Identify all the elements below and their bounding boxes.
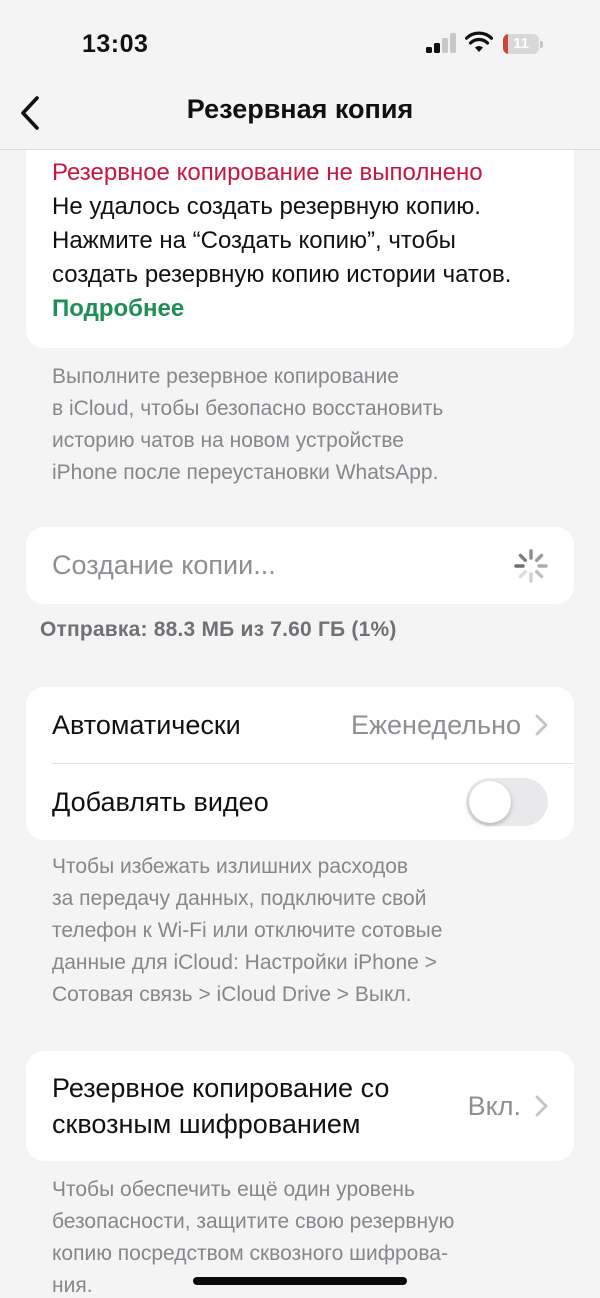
auto-backup-value: Еженедельно xyxy=(351,710,548,741)
include-videos-toggle[interactable] xyxy=(466,778,548,826)
e2e-backup-card: Резервное копирование со сквозным шифров… xyxy=(26,1051,574,1161)
cellular-signal-icon xyxy=(426,33,458,53)
loading-spinner-icon xyxy=(514,548,548,583)
create-backup-card: Создание копии... xyxy=(26,527,574,604)
icloud-backup-note: Выполните резервное копирование в iCloud… xyxy=(52,365,444,484)
backup-error-message: Не удалось создать резервную копию. Нажм… xyxy=(52,193,512,288)
status-bar: 13:03 11 xyxy=(0,0,600,90)
e2e-backup-row[interactable]: Резервное копирование со сквозным шифров… xyxy=(26,1051,574,1161)
backup-error-body: Не удалось создать резервную копию. Нажм… xyxy=(52,190,548,326)
learn-more-link[interactable]: Подробнее xyxy=(52,295,184,322)
chevron-right-icon xyxy=(535,1095,548,1117)
backup-error-card: Резервное копирование не выполнено Не уд… xyxy=(26,150,574,348)
create-backup-row: Создание копии... xyxy=(26,527,574,604)
status-time: 13:03 xyxy=(82,30,149,58)
auto-backup-row[interactable]: Автоматически Еженедельно xyxy=(26,687,574,763)
auto-backup-label: Автоматически xyxy=(52,709,241,740)
wifi-icon xyxy=(465,31,493,52)
create-backup-label: Создание копии... xyxy=(52,550,276,580)
battery-level: 11 xyxy=(513,35,529,52)
home-indicator[interactable] xyxy=(193,1277,407,1285)
battery-icon: 11 xyxy=(503,34,543,54)
backup-settings-card: Автоматически Еженедельно Добавлять виде… xyxy=(26,687,574,840)
upload-progress-text: Отправка: 88.3 МБ из 7.60 ГБ (1%) xyxy=(40,618,397,641)
toggle-knob xyxy=(469,781,511,823)
backup-screen: 13:03 11 Резервная копия Резервное копир… xyxy=(0,0,600,1298)
e2e-backup-label: Резервное копирование со сквозным шифров… xyxy=(52,1073,390,1139)
page-title: Резервная копия xyxy=(186,94,414,124)
include-videos-row: Добавлять видео xyxy=(26,764,574,840)
e2e-backup-value: Вкл. xyxy=(468,1091,548,1122)
chevron-right-icon xyxy=(535,714,548,736)
navigation-bar: Резервная копия xyxy=(0,80,600,150)
data-usage-note: Чтобы избежать излишних расходов за пере… xyxy=(52,855,443,1006)
backup-error-title: Резервное копирование не выполнено xyxy=(52,159,483,186)
include-videos-label: Добавлять видео xyxy=(52,786,269,817)
